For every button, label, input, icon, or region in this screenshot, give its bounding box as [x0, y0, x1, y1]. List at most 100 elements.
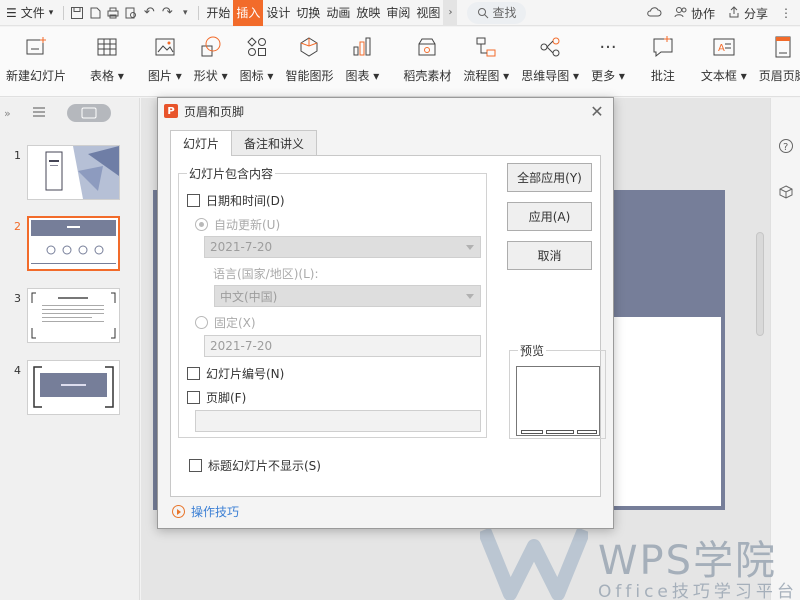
slide-number-label: 幻灯片编号(N) — [206, 367, 285, 381]
share-label: 分享 — [743, 6, 768, 21]
docer-material-icon — [413, 33, 441, 61]
auto-update-radio-row[interactable]: 自动更新(U) — [195, 216, 280, 233]
flowchart-button[interactable]: 流程图 ▾ — [457, 33, 515, 84]
tab-insert[interactable]: 插入 — [233, 0, 264, 26]
flowchart-label: 流程图 ▾ — [463, 69, 510, 83]
slide-number-checkbox[interactable] — [187, 367, 200, 380]
mindmap-button[interactable]: 思维导图 ▾ — [515, 33, 585, 84]
file-menu[interactable]: ☰ 文件 ▾ — [0, 4, 59, 21]
fixed-radio[interactable] — [195, 316, 208, 329]
slide-thumb-row[interactable]: 3 — [0, 288, 140, 348]
auto-update-radio[interactable] — [195, 218, 208, 231]
icons-label: 图标 ▾ — [239, 69, 274, 83]
save-icon[interactable] — [68, 0, 86, 26]
preview-date-placeholder — [521, 430, 543, 434]
comment-label: 批注 — [650, 69, 675, 83]
slide-thumbnail[interactable] — [27, 360, 120, 415]
more-options-icon[interactable]: ⋮ — [780, 6, 792, 20]
footer-checkbox[interactable] — [187, 391, 200, 404]
date-time-label: 日期和时间(D) — [206, 194, 285, 208]
hide-title-checkbox-row[interactable]: 标题幻灯片不显示(S) — [189, 457, 321, 474]
table-button[interactable]: 表格 ▾ — [84, 33, 130, 84]
tips-link[interactable]: 操作技巧 — [172, 503, 239, 520]
help-icon[interactable]: ? — [778, 138, 794, 157]
header-footer-icon — [769, 33, 797, 61]
smart-graphic-label: 智能图形 — [285, 69, 334, 83]
slide-view-icon — [81, 107, 97, 119]
flowchart-label-text: 流程图 — [463, 69, 500, 83]
fixed-radio-row[interactable]: 固定(X) — [195, 314, 256, 331]
cancel-button[interactable]: 取消 — [507, 241, 592, 270]
footer-checkbox-row[interactable]: 页脚(F) — [187, 389, 246, 406]
redo-icon[interactable]: ↷ — [158, 0, 176, 26]
dialog-titlebar[interactable]: P 页眉和页脚 — [158, 98, 613, 124]
slide-thumbnail[interactable] — [27, 145, 120, 200]
picture-label: 图片 ▾ — [147, 69, 182, 83]
more-button[interactable]: ··· 更多 ▾ — [585, 33, 631, 84]
slide-thumbnail[interactable] — [27, 288, 120, 343]
apply-button[interactable]: 应用(A) — [507, 202, 592, 231]
collab-button[interactable]: 协作 — [674, 5, 715, 22]
search-box[interactable]: 查找 — [467, 1, 527, 24]
cloud-sync-icon[interactable] — [646, 5, 662, 22]
chevron-right-icon[interactable]: › — [443, 0, 458, 26]
mindmap-label-text: 思维导图 — [521, 69, 570, 83]
close-icon[interactable]: ✕ — [587, 101, 607, 121]
share-icon — [727, 5, 741, 22]
picture-label-text: 图片 — [147, 69, 172, 83]
header-footer-label: 页眉页脚 — [758, 69, 800, 83]
date-time-checkbox[interactable] — [187, 194, 200, 207]
tab-transition[interactable]: 切换 — [293, 0, 323, 26]
table-label: 表格 ▾ — [90, 69, 124, 83]
smart-graphic-button[interactable]: 智能图形 — [279, 33, 339, 84]
tab-notes-handouts[interactable]: 备注和讲义 — [231, 130, 318, 155]
language-label: 语言(国家/地区)(L): — [213, 267, 319, 281]
group-label: 幻灯片包含内容 — [187, 165, 276, 182]
slide-thumb-row[interactable]: 2 — [0, 216, 140, 276]
tab-view[interactable]: 视图 — [413, 0, 443, 26]
collapse-pane-icon[interactable]: » — [4, 107, 11, 120]
vertical-scrollbar[interactable] — [756, 232, 764, 336]
tab-start[interactable]: 开始 — [203, 0, 233, 26]
right-tools: 协作 分享 ⋮ — [646, 0, 792, 26]
search-label: 查找 — [492, 6, 517, 20]
slide-number-checkbox-row[interactable]: 幻灯片编号(N) — [187, 365, 284, 382]
tab-design[interactable]: 设计 — [263, 0, 293, 26]
textbox-icon: A — [710, 33, 738, 61]
tab-animation[interactable]: 动画 — [323, 0, 353, 26]
dialog-tabs: 幻灯片 备注和讲义 — [170, 130, 318, 156]
apply-all-button[interactable]: 全部应用(Y) — [507, 163, 592, 192]
undo-icon[interactable]: ↶ — [140, 0, 158, 26]
language-dropdown[interactable]: 中文(中国) — [214, 285, 481, 307]
fixed-date-input[interactable]: 2021-7-20 — [204, 335, 481, 357]
chart-button[interactable]: 图表 ▾ — [339, 33, 385, 84]
outline-view-icon[interactable] — [31, 105, 47, 122]
cube-icon[interactable] — [778, 184, 794, 203]
print-preview-icon[interactable] — [122, 0, 140, 26]
print-icon[interactable] — [104, 0, 122, 26]
picture-button[interactable]: 图片 ▾ — [142, 33, 188, 84]
tab-slideshow[interactable]: 放映 — [353, 0, 383, 26]
slide-thumbnail-selected[interactable] — [27, 216, 120, 271]
hide-title-checkbox[interactable] — [189, 459, 202, 472]
header-footer-button[interactable]: 页眉页脚 — [753, 33, 800, 84]
comment-button[interactable]: 批注 — [643, 33, 683, 84]
more-icon[interactable]: ▾ — [176, 0, 194, 26]
slide-view-toggle[interactable] — [66, 104, 111, 122]
footer-input[interactable] — [195, 410, 481, 432]
date-time-checkbox-row[interactable]: 日期和时间(D) — [187, 192, 285, 209]
tab-review[interactable]: 审阅 — [383, 0, 413, 26]
new-slide-button[interactable]: 新建幻灯片 — [0, 33, 72, 84]
docer-material-button[interactable]: 稻壳素材 — [397, 33, 457, 84]
icons-button[interactable]: 图标 ▾ — [234, 33, 280, 84]
share-button[interactable]: 分享 — [727, 5, 768, 22]
date-format-value: 2021-7-20 — [210, 240, 273, 254]
textbox-button[interactable]: A 文本框 ▾ — [695, 33, 753, 84]
wps-logo-icon — [480, 527, 588, 600]
slide-thumb-row[interactable]: 4 — [0, 360, 140, 420]
tab-slide[interactable]: 幻灯片 — [170, 130, 233, 156]
shape-button[interactable]: 形状 ▾ — [188, 33, 234, 84]
export-icon[interactable] — [86, 0, 104, 26]
date-format-dropdown[interactable]: 2021-7-20 — [204, 236, 481, 258]
slide-thumb-row[interactable]: 1 — [0, 145, 140, 205]
